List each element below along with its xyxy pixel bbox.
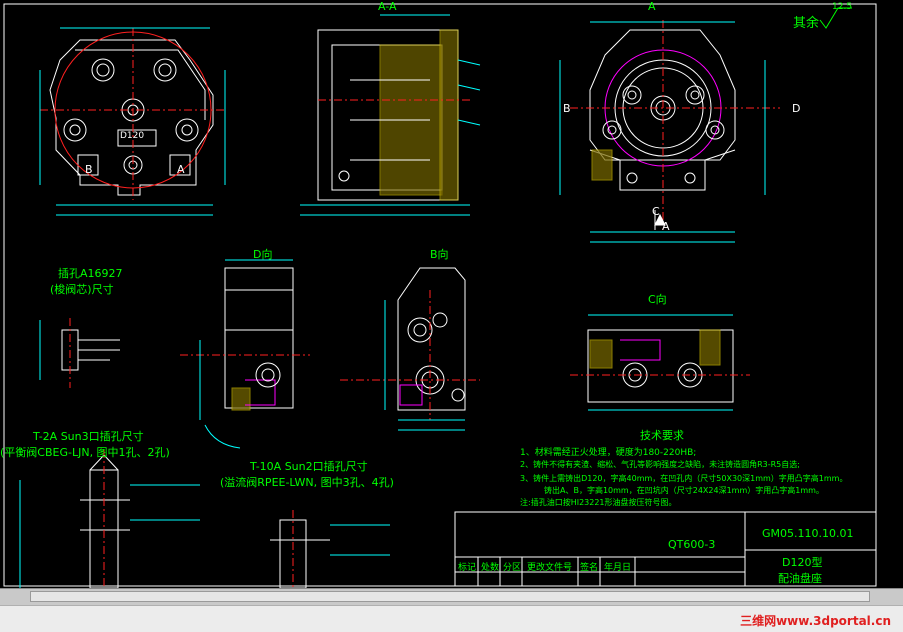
t2a-subtitle: (平衡阀CBEG-LJN, 图中1孔、2孔) xyxy=(0,446,170,459)
view-b-side-label: B xyxy=(563,102,571,115)
part-name-line1: D120型 xyxy=(782,556,823,569)
watermark: 三维网www.3dportal.cn xyxy=(740,614,891,628)
tb-header-zone: 分区 xyxy=(503,563,522,573)
view-b xyxy=(340,267,480,431)
view-right xyxy=(559,20,780,243)
port-b-label: B xyxy=(85,163,93,176)
tb-header-date: 年月日 xyxy=(604,563,632,573)
view-section-aa xyxy=(300,14,481,216)
view-front xyxy=(39,27,226,216)
detail-t2a xyxy=(19,450,200,588)
drawing-canvas[interactable]: A-A A 其余 12.5 B D C A B A D120 D向 B向 C向 … xyxy=(0,0,903,588)
view-a-arrow-label: A xyxy=(662,220,670,233)
insert-title-2: (梭阀芯)尺寸 xyxy=(50,283,114,296)
detail-t10a xyxy=(270,510,390,588)
tb-header-mark: 标记 xyxy=(458,563,477,573)
tb-header-doc: 更改文件号 xyxy=(527,563,573,573)
cad-drawing xyxy=(3,3,877,588)
tech-req-note: 注:插孔油口按HI23221形油盘按压符号图。 xyxy=(520,498,677,507)
roughness-value: 12.5 xyxy=(832,2,853,12)
status-bar: 三维网www.3dportal.cn xyxy=(0,605,903,632)
tech-req-title: 技术要求 xyxy=(640,429,684,442)
part-name-line2: 配油盘座 xyxy=(778,572,822,585)
tech-req-3b: 铸出A、B，字高10mm，在凹坑内（尺寸24X24深1mm）字用凸字高1mm。 xyxy=(544,486,824,495)
view-c-arrow-label: C xyxy=(652,205,660,218)
tech-req-3: 3、铸件上需铸出D120，字高40mm，在凹孔内（尺寸50X30深1mm）字用凸… xyxy=(520,474,848,483)
drawing-number: GM05.110.10.01 xyxy=(762,527,854,540)
scrollbar-thumb[interactable] xyxy=(30,591,870,602)
tb-header-sign: 签名 xyxy=(580,563,599,573)
horizontal-scrollbar[interactable] xyxy=(0,588,903,605)
tb-header-count: 处数 xyxy=(481,563,500,573)
view-d-title: D向 xyxy=(253,248,273,261)
view-b-title: B向 xyxy=(430,248,449,261)
part-code: QT600-3 xyxy=(668,538,716,551)
tech-req-1: 1、材料需经正火处理，硬度为180-220HB; xyxy=(520,448,697,458)
view-c xyxy=(570,314,750,411)
view-c-title: C向 xyxy=(648,293,667,306)
t2a-title: T-2A Sun3口插孔尺寸 xyxy=(33,430,144,443)
tech-req-2: 2、铸件不得有夹渣、缩松、气孔等影响强度之缺陷，未注铸造圆角R3-R5自选; xyxy=(520,460,800,469)
rest-roughness-label: 其余 xyxy=(793,16,820,31)
detail-insert-hole xyxy=(39,318,120,388)
insert-title-1: 插孔A16927 xyxy=(58,267,123,280)
t10a-subtitle: (溢流阀RPEE-LWN, 图中3孔、4孔) xyxy=(220,476,394,489)
port-a-label: A xyxy=(177,163,185,176)
view-d xyxy=(180,259,310,449)
model-box-label: D120 xyxy=(120,131,145,141)
section-aa-label: A-A xyxy=(378,0,397,13)
t10a-title: T-10A Sun2口插孔尺寸 xyxy=(250,460,368,473)
view-d-side-label: D xyxy=(792,102,801,115)
section-a-label-right: A xyxy=(648,0,656,13)
